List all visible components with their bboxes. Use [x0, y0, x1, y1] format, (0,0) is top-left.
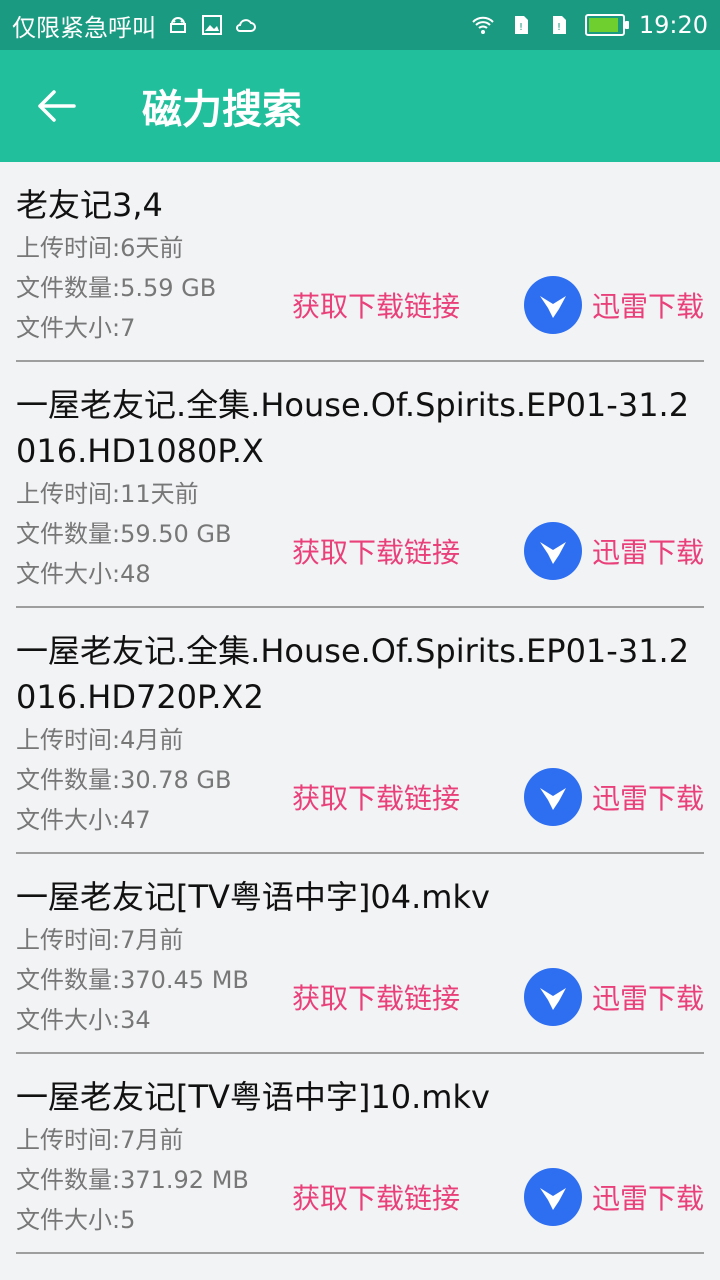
back-button[interactable] [30, 80, 82, 132]
item-actions: 获取下载链接 迅雷下载 [292, 1168, 704, 1226]
page-title: 磁力搜索 [142, 87, 302, 133]
thunder-download-label: 迅雷下载 [591, 290, 704, 323]
item-title: 一屋老友记[TV粤语中字]04.mkv [16, 878, 490, 916]
list-item[interactable]: 一屋老友记[TV粤语中字]10.mkv 上传时间:7月前 文件数量:371.92… [16, 1054, 704, 1254]
thunder-download-label: 迅雷下载 [591, 782, 704, 815]
carrier-text: 仅限紧急呼叫 [12, 13, 156, 42]
get-link-button[interactable]: 获取下载链接 [292, 531, 460, 571]
android-icon [170, 17, 186, 33]
upload-time: 上传时间:6天前 [16, 234, 184, 262]
thunder-download-button[interactable]: 迅雷下载 [523, 276, 704, 334]
arrow-left-icon [38, 90, 76, 122]
item-actions: 获取下载链接 迅雷下载 [292, 522, 704, 580]
sim1-icon: ! [514, 16, 528, 34]
thunder-bird-icon [523, 968, 582, 1026]
thunder-download-button[interactable]: 迅雷下载 [523, 968, 704, 1026]
thunder-bird-icon [523, 1168, 582, 1226]
item-actions: 获取下载链接 迅雷下载 [292, 276, 704, 334]
item-actions: 获取下载链接 迅雷下载 [292, 768, 704, 826]
thunder-bird-icon [523, 768, 582, 826]
svg-text:!: ! [557, 22, 561, 33]
list-item[interactable]: 一屋老友记.全集.House.Of.Spirits.EP01-31.2016.H… [16, 362, 704, 608]
thunder-bird-icon [523, 276, 582, 334]
thunder-download-label: 迅雷下载 [591, 536, 704, 569]
image-icon [202, 15, 222, 35]
thunder-download-button[interactable]: 迅雷下载 [523, 768, 704, 826]
battery-icon [584, 14, 629, 36]
thunder-download-button[interactable]: 迅雷下载 [523, 1168, 704, 1226]
results-list: 老友记3,4 上传时间:6天前 文件数量:5.59 GB 文件大小:7 获取下载… [0, 162, 720, 1254]
list-item[interactable]: 一屋老友记[TV粤语中字]04.mkv 上传时间:7月前 文件数量:370.45… [16, 854, 704, 1054]
thunder-download-button[interactable]: 迅雷下载 [523, 522, 704, 580]
item-actions: 获取下载链接 迅雷下载 [292, 968, 704, 1026]
upload-time: 上传时间:11天前 [16, 480, 199, 508]
get-link-button[interactable]: 获取下载链接 [292, 285, 460, 325]
get-link-button[interactable]: 获取下载链接 [292, 777, 460, 817]
cloud-icon [236, 19, 256, 32]
status-bar: 仅限紧急呼叫 ! ! 19:20 [0, 0, 720, 50]
clock: 19:20 [638, 11, 708, 39]
get-link-button[interactable]: 获取下载链接 [292, 977, 460, 1017]
wifi-icon [472, 16, 494, 34]
thunder-bird-icon [523, 522, 582, 580]
battery-level [588, 18, 619, 32]
upload-time: 上传时间:7月前 [16, 926, 184, 954]
item-title: 一屋老友记.全集.House.Of.Spirits.EP01-31.2016.H… [16, 386, 690, 470]
item-title: 一屋老友记[TV粤语中字]10.mkv [16, 1078, 490, 1116]
upload-time: 上传时间:7月前 [16, 1126, 184, 1154]
thunder-download-label: 迅雷下载 [591, 1182, 704, 1215]
svg-text:!: ! [519, 22, 523, 33]
item-title: 一屋老友记.全集.House.Of.Spirits.EP01-31.2016.H… [16, 632, 690, 716]
list-item[interactable]: 老友记3,4 上传时间:6天前 文件数量:5.59 GB 文件大小:7 获取下载… [16, 162, 704, 362]
app-bar: 磁力搜索 [0, 50, 720, 162]
status-right: ! ! 19:20 [471, 11, 708, 39]
item-title: 老友记3,4 [16, 186, 163, 224]
get-link-button[interactable]: 获取下载链接 [292, 1177, 460, 1217]
status-left: 仅限紧急呼叫 [12, 8, 258, 43]
sim2-icon: ! [552, 16, 566, 34]
upload-time: 上传时间:4月前 [16, 726, 184, 754]
list-item[interactable]: 一屋老友记.全集.House.Of.Spirits.EP01-31.2016.H… [16, 608, 704, 854]
thunder-download-label: 迅雷下载 [591, 982, 704, 1015]
